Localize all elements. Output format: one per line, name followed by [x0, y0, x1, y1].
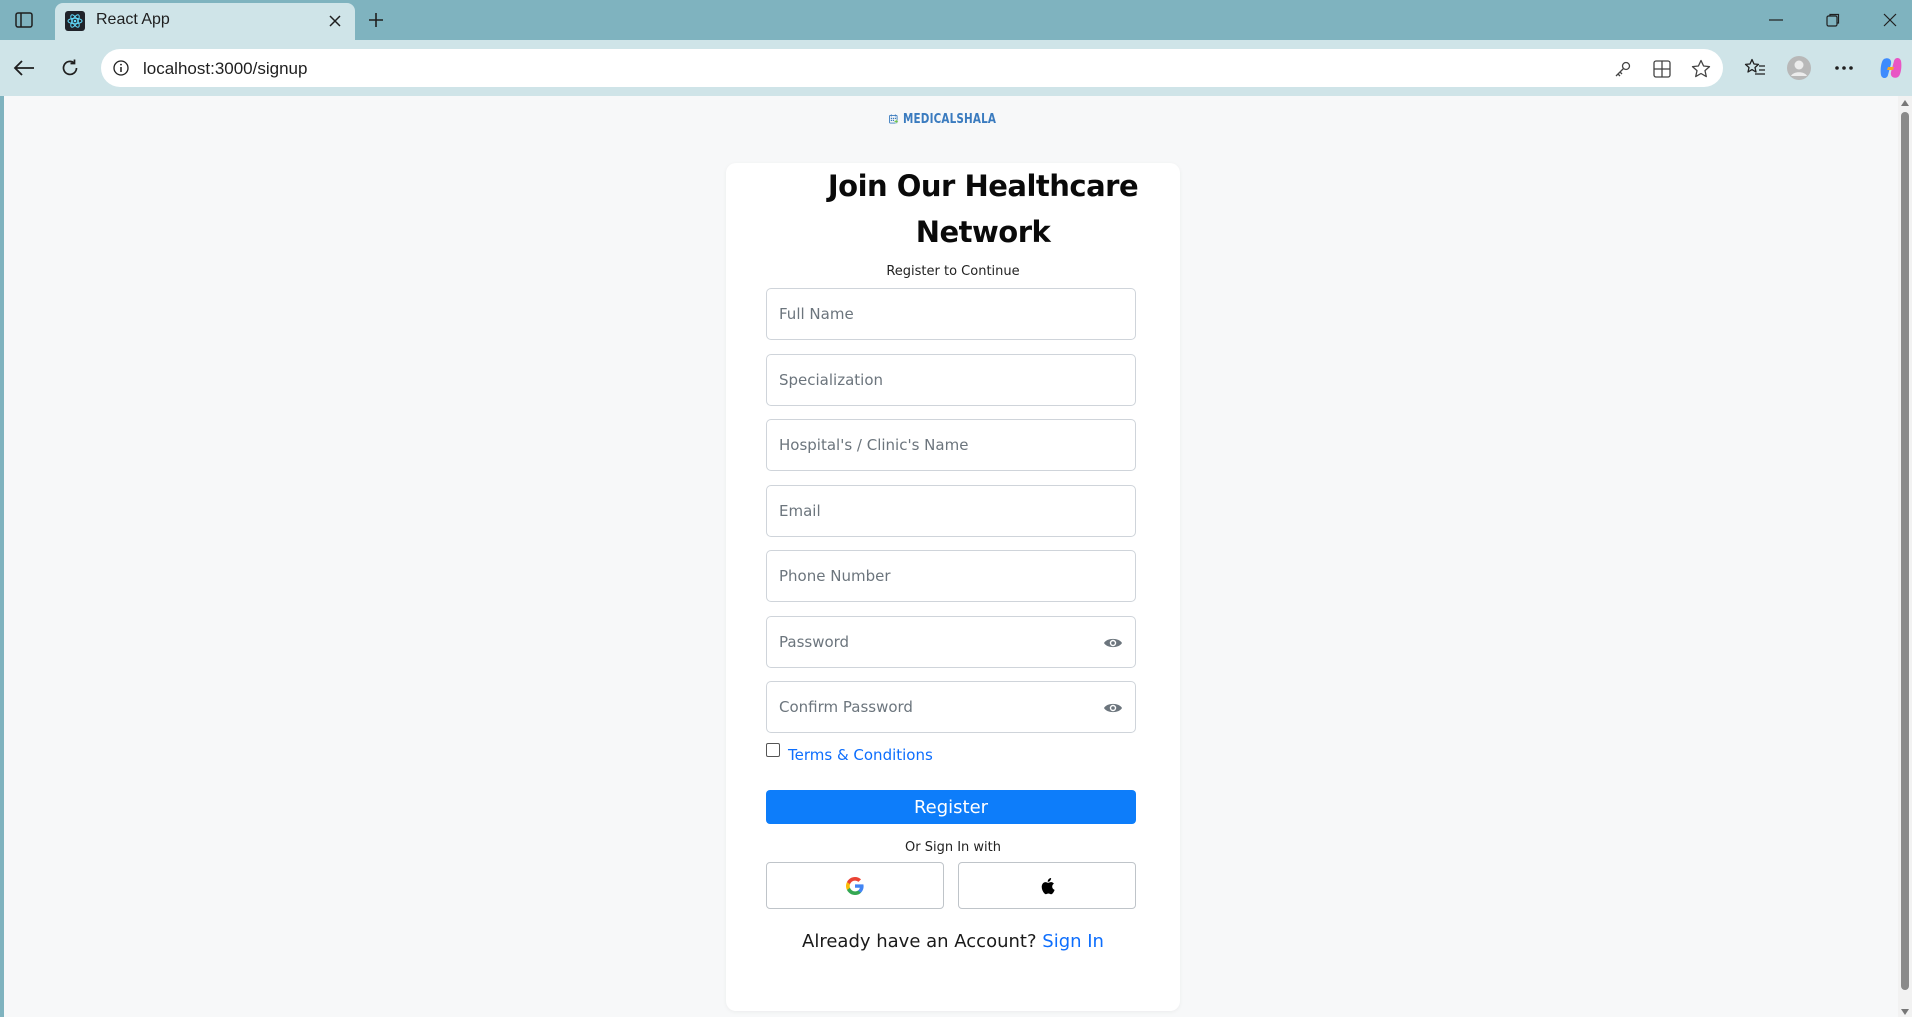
more-menu-icon[interactable]: [1830, 54, 1858, 82]
back-icon[interactable]: [10, 54, 38, 82]
favorites-icon[interactable]: [1741, 54, 1769, 82]
profile-avatar-icon[interactable]: [1785, 54, 1813, 82]
restore-icon[interactable]: [1813, 8, 1853, 32]
hospital-name-input[interactable]: [767, 420, 1135, 470]
specialization-input[interactable]: [767, 355, 1135, 405]
browser-tab[interactable]: React App: [55, 3, 355, 40]
phone-number-input[interactable]: [767, 551, 1135, 601]
react-favicon-icon: [65, 11, 85, 31]
close-window-icon[interactable]: [1870, 8, 1910, 32]
terms-row: Terms & Conditions: [766, 743, 933, 766]
signin-row: Already have an Account? Sign In: [726, 931, 1180, 952]
calendar-plus-icon: [889, 114, 899, 124]
signup-card: Join Our Healthcare Network Register to …: [726, 163, 1180, 1011]
phone-number-field[interactable]: [766, 550, 1136, 602]
email-field[interactable]: [766, 485, 1136, 537]
apple-signin-button[interactable]: [958, 862, 1136, 909]
confirm-password-eye-icon[interactable]: [1103, 700, 1123, 716]
signin-link[interactable]: Sign In: [1042, 931, 1104, 952]
star-icon[interactable]: [1689, 57, 1713, 81]
already-account-text: Already have an Account?: [802, 931, 1037, 952]
new-tab-icon[interactable]: [364, 8, 388, 32]
full-name-input[interactable]: [767, 289, 1135, 339]
browser-tab-bar: React App: [0, 0, 1912, 40]
refresh-icon[interactable]: [56, 54, 84, 82]
vertical-scrollbar[interactable]: [1898, 96, 1912, 1017]
apple-icon: [1041, 877, 1055, 894]
page-viewport: MEDICALSHALA Join Our Healthcare Network…: [4, 96, 1898, 1017]
password-input[interactable]: [767, 617, 1135, 667]
medicalshala-logo: MEDICALSHALA: [889, 98, 1019, 140]
google-signin-button[interactable]: [766, 862, 944, 909]
minimize-icon[interactable]: [1756, 8, 1796, 32]
logo-text: MEDICALSHALA: [902, 111, 996, 127]
terms-checkbox[interactable]: [766, 743, 780, 757]
page-subtitle: Register to Continue: [886, 264, 1020, 279]
apps-icon[interactable]: [1650, 57, 1674, 81]
close-tab-icon[interactable]: [325, 11, 345, 31]
confirm-password-field[interactable]: [766, 681, 1136, 733]
confirm-password-input[interactable]: [767, 682, 1135, 732]
register-button[interactable]: Register: [766, 790, 1136, 824]
site-info-icon[interactable]: [111, 58, 131, 78]
password-eye-icon[interactable]: [1103, 635, 1123, 651]
password-field[interactable]: [766, 616, 1136, 668]
key-icon[interactable]: [1611, 57, 1635, 81]
tab-actions-icon[interactable]: [12, 9, 36, 31]
scroll-thumb[interactable]: [1901, 112, 1909, 990]
or-sign-in-text: Or Sign In with: [905, 840, 1001, 855]
browser-toolbar: localhost:3000/signup: [0, 40, 1912, 96]
scroll-up-icon[interactable]: [1901, 100, 1909, 106]
scroll-down-icon[interactable]: [1901, 1009, 1909, 1015]
specialization-field[interactable]: [766, 354, 1136, 406]
full-name-field[interactable]: [766, 288, 1136, 340]
terms-link[interactable]: Terms & Conditions: [788, 746, 933, 764]
url-text: localhost:3000/signup: [143, 59, 308, 78]
copilot-icon[interactable]: [1877, 54, 1905, 82]
tab-title: React App: [96, 11, 170, 28]
email-input[interactable]: [767, 486, 1135, 536]
address-bar[interactable]: localhost:3000/signup: [101, 49, 1723, 87]
google-icon: [846, 876, 864, 895]
page-title: Join Our Healthcare Network: [827, 169, 1139, 249]
hospital-name-field[interactable]: [766, 419, 1136, 471]
